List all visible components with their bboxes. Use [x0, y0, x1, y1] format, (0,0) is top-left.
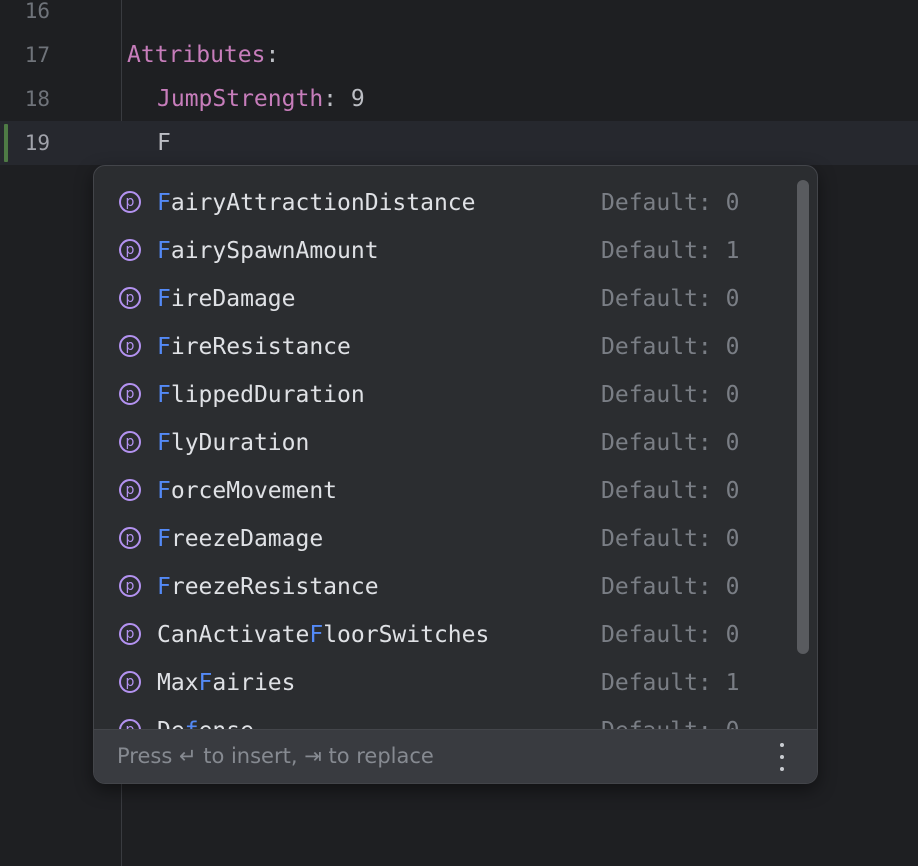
name-suffix: airies [212, 670, 296, 696]
completion-item-name: Defense [157, 702, 254, 730]
name-match: F [157, 334, 171, 360]
completion-item[interactable]: p FairyAttractionDistance Default: 0 [94, 174, 794, 222]
name-match: F [157, 574, 171, 600]
completion-item[interactable]: p ForceMovement Default: 0 [94, 462, 794, 510]
name-suffix: reezeDamage [170, 526, 324, 552]
completion-list[interactable]: p FairyAttractionDistance Default: 0 p F… [94, 174, 794, 730]
completion-item-default: Default: 0 [601, 702, 739, 730]
name-prefix: Max [157, 670, 199, 696]
line-number: 18 [24, 87, 50, 111]
property-icon: p [119, 335, 141, 357]
yaml-value: 9 [337, 86, 365, 112]
name-match: F [157, 238, 171, 264]
editor-line[interactable]: 18 JumpStrength: 9 [0, 77, 918, 121]
completion-popup[interactable]: p FairyAttractionDistance Default: 0 p F… [93, 165, 818, 784]
name-match: F [157, 478, 171, 504]
name-suffix: airyAttractionDistance [170, 190, 476, 216]
property-icon: p [119, 431, 141, 453]
completion-hint-text: Press ↵ to insert, ⇥ to replace [117, 744, 434, 768]
name-match: F [157, 286, 171, 312]
more-options-icon[interactable] [777, 743, 787, 771]
code-text: Attributes: [127, 33, 279, 77]
property-icon: p [119, 527, 141, 549]
yaml-colon: : [323, 86, 338, 112]
completion-item[interactable]: p FlyDuration Default: 0 [94, 414, 794, 462]
completion-item[interactable]: p FlippedDuration Default: 0 [94, 366, 794, 414]
completion-item[interactable]: p CanActivateFloorSwitches Default: 0 [94, 606, 794, 654]
completion-item[interactable]: p MaxFairies Default: 1 [94, 654, 794, 702]
typed-text: F [157, 130, 171, 156]
name-suffix: airySpawnAmount [170, 238, 379, 264]
name-suffix: orceMovement [170, 478, 338, 504]
editor-current-line[interactable]: 19 F [0, 121, 918, 165]
line-number: 17 [24, 43, 50, 67]
name-suffix: loorSwitches [323, 622, 490, 648]
name-match: F [157, 526, 171, 552]
yaml-colon: : [265, 42, 280, 68]
name-suffix: ireDamage [170, 286, 296, 312]
code-text: JumpStrength: 9 [157, 77, 365, 121]
completion-footer: Press ↵ to insert, ⇥ to replace [94, 729, 817, 783]
line-number: 16 [24, 0, 50, 23]
completion-item[interactable]: p FireResistance Default: 0 [94, 318, 794, 366]
property-icon: p [119, 575, 141, 597]
completion-item[interactable]: p FreezeResistance Default: 0 [94, 558, 794, 606]
property-icon: p [119, 479, 141, 501]
name-match: F [198, 670, 213, 696]
name-suffix: reezeResistance [170, 574, 379, 600]
name-suffix: lippedDuration [170, 382, 365, 408]
name-match: F [157, 382, 171, 408]
property-icon: p [119, 383, 141, 405]
line-number: 19 [24, 131, 50, 155]
completion-item[interactable]: p FireDamage Default: 0 [94, 270, 794, 318]
yaml-key: JumpStrength [157, 86, 324, 112]
completion-item[interactable]: p FairySpawnAmount Default: 1 [94, 222, 794, 270]
property-icon: p [119, 671, 141, 693]
yaml-key: Attributes [127, 42, 266, 68]
name-suffix: lyDuration [170, 430, 310, 456]
name-match: F [157, 430, 171, 456]
property-icon: p [119, 239, 141, 261]
name-match: F [309, 622, 324, 648]
editor-line[interactable]: 17 Attributes: [0, 33, 918, 77]
completion-scrollbar[interactable] [797, 180, 809, 654]
name-suffix: ireResistance [170, 334, 351, 360]
completion-item[interactable]: p FreezeDamage Default: 0 [94, 510, 794, 558]
property-icon: p [119, 287, 141, 309]
name-prefix: CanActivate [157, 622, 310, 648]
name-match: F [157, 190, 171, 216]
property-icon: p [119, 191, 141, 213]
completion-item[interactable]: p Defense Default: 0 [94, 702, 794, 730]
editor-line[interactable]: 16 [0, 0, 918, 33]
property-icon: p [119, 623, 141, 645]
